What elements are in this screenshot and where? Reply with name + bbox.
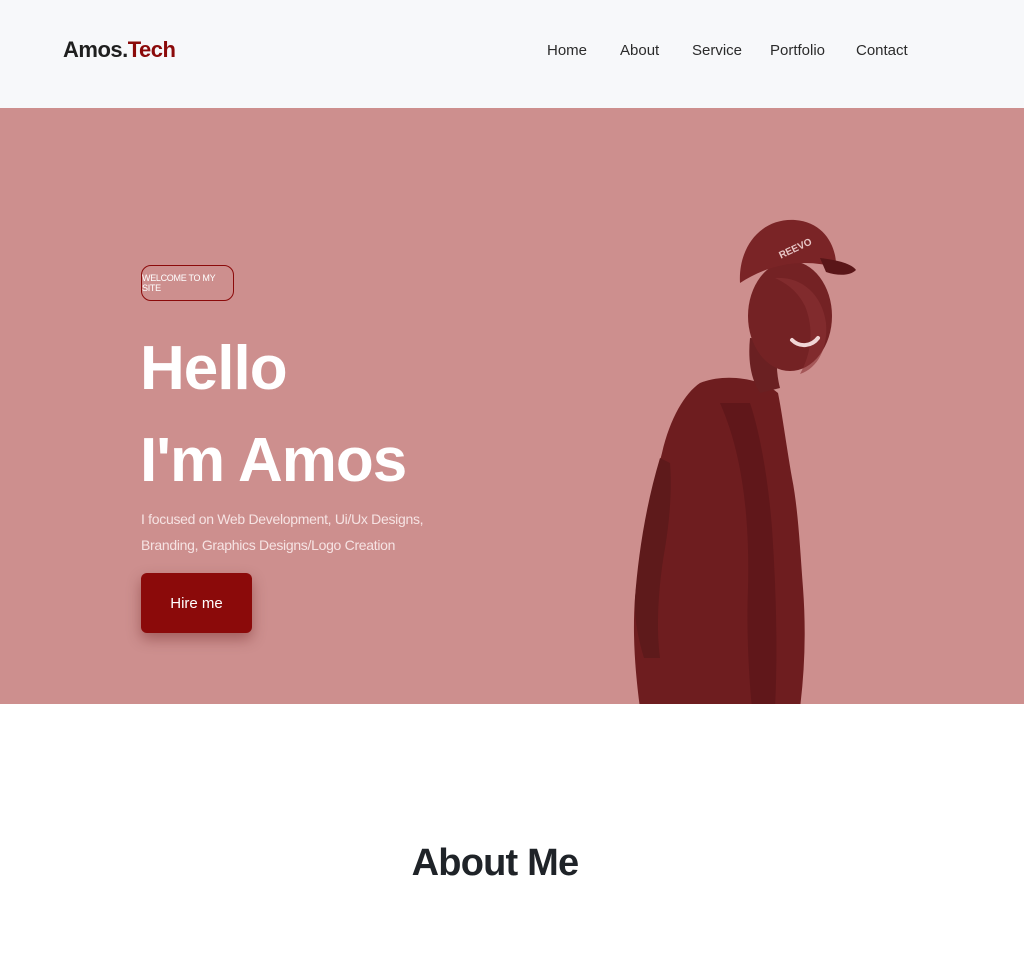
nav-link-portfolio[interactable]: Portfolio [770, 42, 825, 59]
hero-title-line2: I'm Amos [140, 426, 407, 495]
portrait-image: REEVO [633, 219, 856, 704]
about-section-title: About Me [411, 842, 579, 884]
hero-description: I focused on Web Development, Ui/Ux Desi… [141, 511, 424, 553]
nav-link-contact[interactable]: Contact [856, 42, 908, 59]
hero-title: Hello I'm Amos [140, 323, 407, 507]
hire-me-button[interactable]: Hire me [141, 573, 252, 633]
hero-title-line1: Hello [140, 334, 288, 403]
nav-link-about[interactable]: About [620, 42, 659, 59]
nav-link-home[interactable]: Home [547, 42, 587, 59]
brand-name-primary: Amos. [63, 37, 128, 62]
hero-section: WELCOME TO MY SITE Hello I'm Amos I focu… [0, 108, 1024, 704]
brand-logo[interactable]: Amos.Tech [63, 37, 176, 63]
brand-name-accent: Tech [127, 37, 176, 62]
nav-link-service[interactable]: Service [692, 42, 742, 59]
welcome-badge: WELCOME TO MY SITE [141, 265, 234, 301]
navbar: Amos.Tech Home About Service Portfolio C… [0, 0, 1024, 108]
